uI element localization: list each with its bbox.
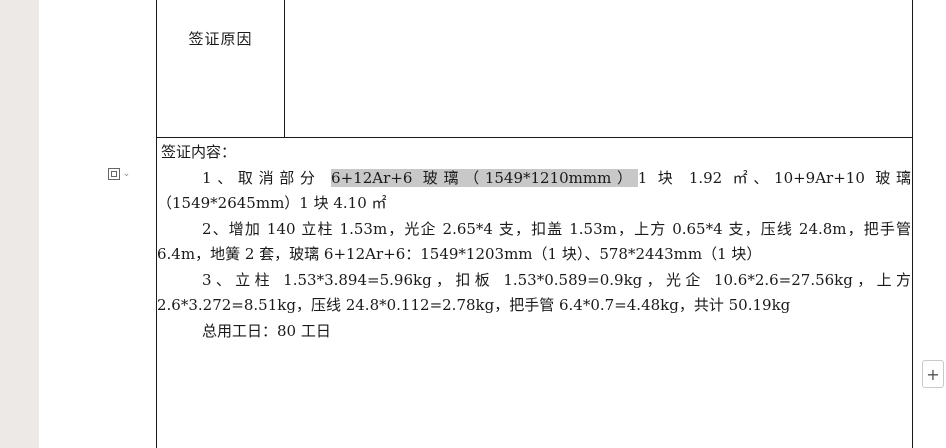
visa-reason-label[interactable]: 签证原因 xyxy=(157,28,284,49)
content-item-3: 3、立柱 1.53*3.894=5.96kg，扣板 1.53*0.589=0.9… xyxy=(157,270,911,315)
table-column-divider xyxy=(284,0,285,137)
table-row-divider xyxy=(156,137,913,138)
item-1-prefix: 1、取消部分 xyxy=(202,168,332,187)
content-heading: 签证内容： xyxy=(161,143,237,161)
content-item-1: 1、取消部分 6+12Ar+6 玻璃（1549*1210mmm）1 块 1.92… xyxy=(157,166,911,217)
chevron-down-icon: ⌄ xyxy=(122,169,131,179)
add-row-button[interactable]: + xyxy=(922,360,944,388)
content-item-2: 2、增加 140 立柱 1.53m，光企 2.65*4 支，扣盖 1.53m，上… xyxy=(157,219,911,264)
selected-text[interactable]: 6+12Ar+6 玻璃（1549*1210mmm） xyxy=(331,168,638,187)
visa-content-cell[interactable]: 签证内容： 1、取消部分 6+12Ar+6 玻璃（1549*1210mmm）1 … xyxy=(157,140,911,344)
content-total: 总用工日：80 工日 xyxy=(202,321,331,340)
paragraph-handle-icon xyxy=(107,168,120,180)
paragraph-handle-button[interactable]: ⌄ xyxy=(100,163,138,185)
